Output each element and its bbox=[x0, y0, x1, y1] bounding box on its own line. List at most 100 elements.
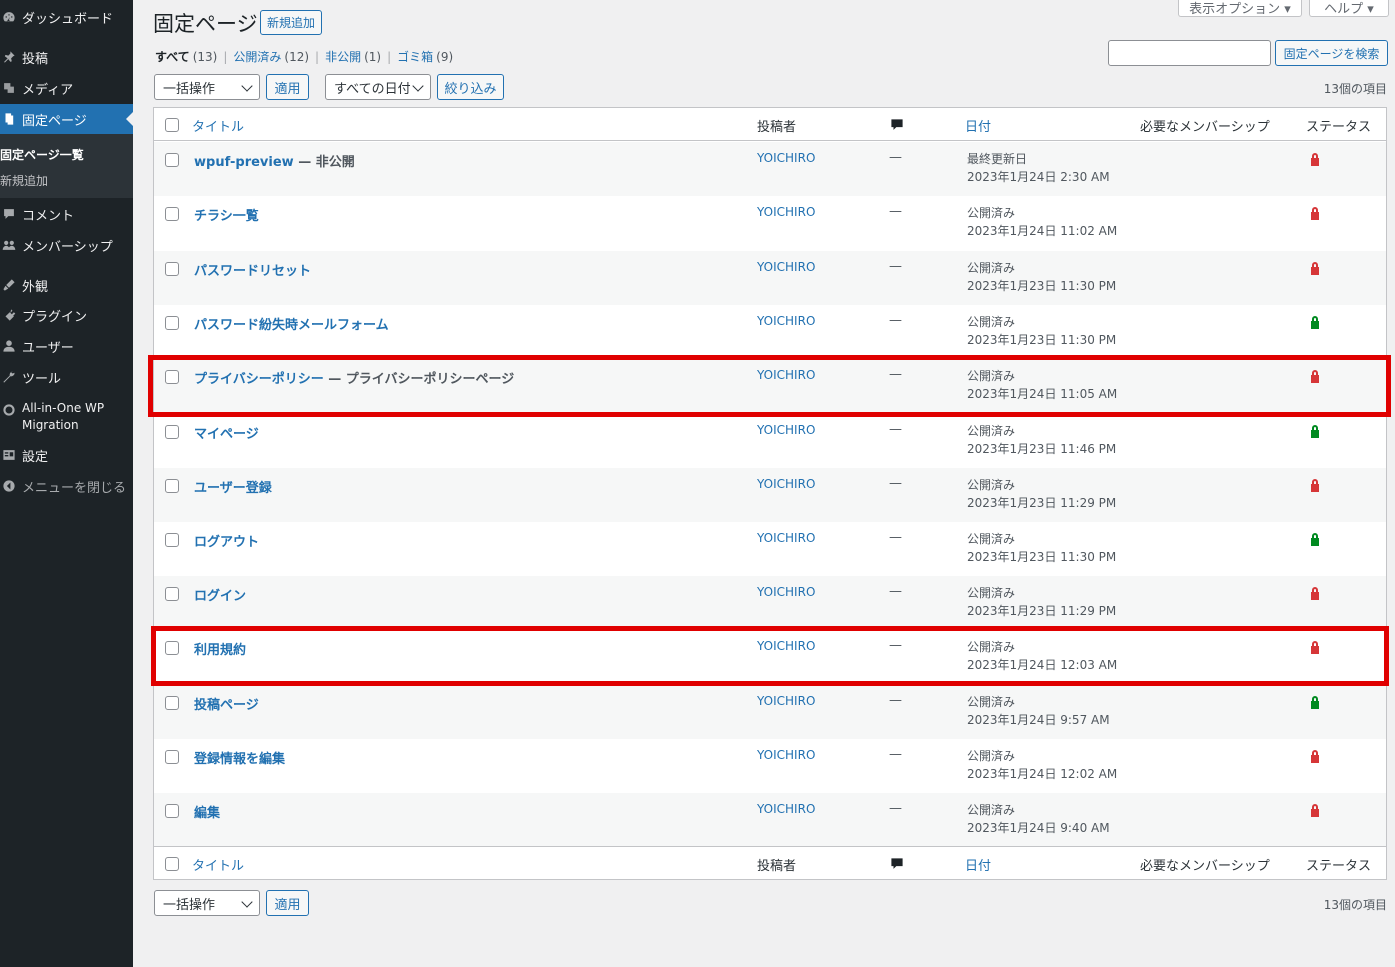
row-date: 2023年1月24日 12:03 AM bbox=[967, 658, 1118, 672]
unlock-icon bbox=[1311, 533, 1319, 546]
submenu-item-all-pages[interactable]: 固定ページ一覧 bbox=[0, 146, 84, 163]
row-title-link[interactable]: 登録情報を編集 bbox=[194, 748, 285, 767]
row-author-link[interactable]: YOICHIRO bbox=[757, 151, 815, 165]
table-row: ユーザー登録 YOICHIRO — 公開済み 2023年1月23日 11:29 PM bbox=[154, 468, 1386, 522]
row-author-link[interactable]: YOICHIRO bbox=[757, 585, 815, 599]
row-title-link[interactable]: チラシ一覧 bbox=[194, 205, 259, 224]
row-comments: — bbox=[889, 584, 902, 599]
row-date-status: 公開済み bbox=[967, 532, 1016, 546]
row-checkbox[interactable] bbox=[165, 750, 179, 764]
add-new-button[interactable]: 新規追加 bbox=[260, 10, 323, 35]
row-date-status: 公開済み bbox=[967, 695, 1016, 709]
row-checkbox[interactable] bbox=[165, 262, 179, 276]
row-author-link[interactable]: YOICHIRO bbox=[757, 694, 815, 708]
row-post-state: — 非公開 bbox=[298, 155, 355, 170]
apply-button-bottom[interactable]: 適用 bbox=[266, 890, 309, 916]
lock-icon bbox=[1311, 587, 1319, 600]
row-title-link[interactable]: パスワードリセット bbox=[194, 260, 311, 279]
column-date[interactable]: 日付 bbox=[965, 855, 991, 874]
row-title-link[interactable]: ログアウト bbox=[194, 531, 259, 550]
filter-button[interactable]: 絞り込み bbox=[437, 74, 504, 100]
row-comments: — bbox=[889, 693, 902, 708]
row-author-link[interactable]: YOICHIRO bbox=[757, 260, 815, 274]
bulk-action-select[interactable]: 一括操作 bbox=[154, 74, 260, 100]
row-comments: — bbox=[889, 638, 902, 653]
row-title-link[interactable]: wpuf-preview — 非公開 bbox=[194, 151, 355, 170]
filter-trash-link[interactable]: ゴミ箱 bbox=[397, 48, 433, 65]
sidebar-item-pages[interactable]: 固定ページ bbox=[0, 104, 133, 134]
row-title-link[interactable]: 利用規約 bbox=[194, 639, 246, 658]
sidebar-item-comments[interactable]: コメント bbox=[0, 201, 133, 227]
sidebar-item-label: ダッシュボード bbox=[22, 11, 114, 27]
screen-options-tab[interactable]: 表示オプション ▾ bbox=[1178, 0, 1302, 17]
table-header: タイトル 投稿者 日付 必要なメンバーシップ ステータス bbox=[154, 108, 1386, 141]
search-pages-button[interactable]: 固定ページを検索 bbox=[1275, 40, 1388, 66]
submenu-item-add-new[interactable]: 新規追加 bbox=[0, 172, 48, 189]
sidebar-item-dashboard[interactable]: ダッシュボード bbox=[0, 4, 133, 30]
lock-icon bbox=[1311, 370, 1319, 383]
row-comments: — bbox=[889, 747, 902, 762]
row-author-link[interactable]: YOICHIRO bbox=[757, 314, 815, 328]
row-title-link[interactable]: プライバシーポリシー — プライバシーポリシーページ bbox=[194, 368, 514, 387]
apply-button[interactable]: 適用 bbox=[266, 74, 309, 100]
unlock-icon bbox=[1311, 425, 1319, 438]
main-content: 表示オプション ▾ ヘルプ ▾ 固定ページ 新規追加 すべて (13) | 公開済… bbox=[133, 0, 1395, 967]
row-checkbox[interactable] bbox=[165, 425, 179, 439]
sidebar-item-media[interactable]: メディア bbox=[0, 75, 133, 101]
row-author-link[interactable]: YOICHIRO bbox=[757, 639, 815, 653]
row-checkbox[interactable] bbox=[165, 370, 179, 384]
sidebar-item-posts[interactable]: 投稿 bbox=[0, 44, 133, 70]
row-checkbox[interactable] bbox=[165, 207, 179, 221]
sidebar-item-plugins[interactable]: プラグイン bbox=[0, 302, 133, 328]
row-title-link[interactable]: パスワード紛失時メールフォーム bbox=[194, 314, 389, 333]
row-title-link[interactable]: 投稿ページ bbox=[194, 694, 259, 713]
row-author-link[interactable]: YOICHIRO bbox=[757, 423, 815, 437]
sidebar-item-label: プラグイン bbox=[22, 309, 88, 325]
column-date[interactable]: 日付 bbox=[965, 116, 991, 135]
sidebar-item-settings[interactable]: 設定 bbox=[0, 442, 133, 468]
select-all-checkbox[interactable] bbox=[165, 857, 179, 871]
sidebar-item-users[interactable]: ユーザー bbox=[0, 333, 133, 359]
sidebar-item-appearance[interactable]: 外観 bbox=[0, 272, 133, 298]
bulk-action-select-bottom[interactable]: 一括操作 bbox=[154, 890, 260, 916]
date-filter-select[interactable]: すべての日付 bbox=[325, 74, 431, 100]
row-author-link[interactable]: YOICHIRO bbox=[757, 531, 815, 545]
sidebar-item-membership[interactable]: メンバーシップ bbox=[0, 232, 133, 258]
select-all-checkbox[interactable] bbox=[165, 118, 179, 132]
column-title[interactable]: タイトル bbox=[192, 116, 244, 135]
row-title-text: 編集 bbox=[194, 806, 221, 821]
row-author-link[interactable]: YOICHIRO bbox=[757, 368, 815, 382]
row-checkbox[interactable] bbox=[165, 641, 179, 655]
row-checkbox[interactable] bbox=[165, 696, 179, 710]
row-title-link[interactable]: マイページ bbox=[194, 423, 259, 442]
row-title-text: チラシ一覧 bbox=[194, 209, 259, 224]
row-checkbox[interactable] bbox=[165, 533, 179, 547]
sidebar-item-tools[interactable]: ツール bbox=[0, 364, 133, 390]
filter-published-link[interactable]: 公開済み bbox=[233, 48, 281, 65]
column-title[interactable]: タイトル bbox=[192, 855, 244, 874]
row-title-link[interactable]: ユーザー登録 bbox=[194, 477, 272, 496]
row-author-link[interactable]: YOICHIRO bbox=[757, 477, 815, 491]
row-author-link[interactable]: YOICHIRO bbox=[757, 205, 815, 219]
row-checkbox[interactable] bbox=[165, 587, 179, 601]
row-title-text: 登録情報を編集 bbox=[194, 752, 286, 767]
lock-icon bbox=[1311, 479, 1319, 492]
sidebar-item-migration[interactable]: All-in-One WP Migration bbox=[0, 400, 133, 436]
row-checkbox[interactable] bbox=[165, 153, 179, 167]
row-author-link[interactable]: YOICHIRO bbox=[757, 748, 815, 762]
row-author-link[interactable]: YOICHIRO bbox=[757, 802, 815, 816]
filter-all-label[interactable]: すべて bbox=[155, 48, 190, 65]
sidebar-collapse-menu[interactable]: メニューを閉じる bbox=[0, 473, 133, 499]
row-checkbox[interactable] bbox=[165, 316, 179, 330]
row-checkbox[interactable] bbox=[165, 804, 179, 818]
column-author: 投稿者 bbox=[757, 120, 797, 135]
table-row: 編集 YOICHIRO — 公開済み 2023年1月24日 9:40 AM bbox=[154, 793, 1386, 847]
help-tab[interactable]: ヘルプ ▾ bbox=[1309, 0, 1389, 17]
row-title-link[interactable]: ログイン bbox=[194, 585, 246, 604]
row-title-link[interactable]: 編集 bbox=[194, 802, 220, 821]
row-checkbox[interactable] bbox=[165, 479, 179, 493]
search-input[interactable] bbox=[1108, 40, 1271, 66]
filter-private-link[interactable]: 非公開 bbox=[325, 48, 361, 65]
row-comments: — bbox=[889, 313, 902, 328]
date-filter-value: すべての日付 bbox=[334, 81, 411, 97]
